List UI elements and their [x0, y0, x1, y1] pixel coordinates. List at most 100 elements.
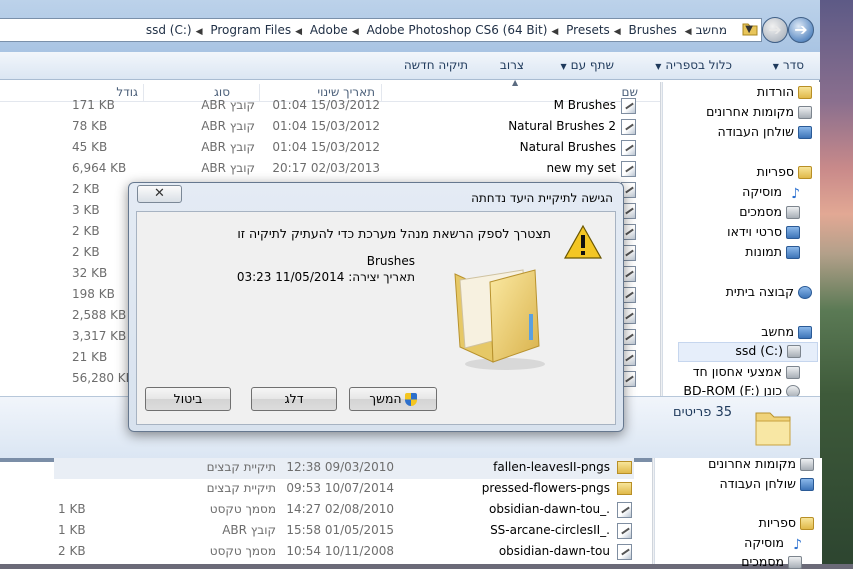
- arrow-right-icon: ➔: [794, 20, 808, 39]
- file-row[interactable]: ._SS-arcane-circlesII 01/05/2015 15:58 קוב…: [54, 521, 634, 542]
- nav-item-music[interactable]: ♪מוסיקה: [742, 184, 800, 202]
- brush-file-icon: [621, 98, 636, 114]
- nav-item-pictures[interactable]: תמונות: [745, 244, 800, 259]
- desktop-icon: [798, 126, 812, 139]
- breadcrumb-program-files[interactable]: Program Files: [210, 23, 291, 37]
- breadcrumb-separator-icon[interactable]: ◀: [614, 27, 621, 37]
- document-icon: [786, 206, 800, 219]
- desktop-icon: [800, 478, 814, 491]
- file-row[interactable]: new my set 02/03/2013 20:17 קובץ ABR 6,964 …: [0, 159, 660, 180]
- nav-item-desktop[interactable]: שולחן העבודה: [719, 476, 814, 491]
- dialog-message: תצטרך לספק הרשאת מנהל מערכת כדי להעתיק ל…: [237, 226, 551, 241]
- arrow-left-icon: ➔: [768, 20, 782, 39]
- document-icon: [788, 556, 802, 569]
- breadcrumb-separator-icon[interactable]: ◀: [551, 27, 558, 37]
- file-row[interactable]: obsidian-dawn-tou 10/11/2008 10:54 מסמך טק…: [54, 542, 634, 563]
- folder-icon: [617, 461, 632, 474]
- desktop-wallpaper: [818, 0, 853, 564]
- nav-item-documents[interactable]: מסמכים: [739, 204, 800, 219]
- breadcrumb-brushes[interactable]: Brushes: [629, 23, 677, 37]
- nav-item-music[interactable]: ♪מוסיקה: [744, 535, 802, 553]
- uac-shield-icon: [404, 393, 417, 406]
- nav-item-recent-places[interactable]: מקומות אחרונים: [706, 104, 812, 119]
- file-row[interactable]: fallen-leavesII-pngs 09/03/2010 12:38 תיקי…: [54, 458, 634, 479]
- continue-button[interactable]: המשך: [349, 387, 437, 411]
- nav-item-storage[interactable]: אמצעי אחסון חד: [693, 364, 800, 379]
- breadcrumb: מחשב ◀ ssd (C:) ◀ Program Files ◀ Adobe ◀ Ad…: [142, 23, 731, 37]
- recent-places-icon: [798, 106, 812, 119]
- access-denied-dialog: הגישה לתיקיית היעד נדחתה ✕ תצטרך לספק הר…: [128, 182, 624, 432]
- navigation-pane: מקומות אחרונים שולחן העבודה ספריות ♪מוסי…: [654, 456, 822, 569]
- breadcrumb-separator-icon[interactable]: ◀: [352, 27, 359, 37]
- cancel-button[interactable]: ביטול: [145, 387, 231, 411]
- dropdown-arrow-icon: ▼: [655, 62, 662, 71]
- picture-icon: [786, 246, 800, 259]
- breadcrumb-computer[interactable]: מחשב: [696, 23, 727, 37]
- share-with-button[interactable]: שתף עם▼: [560, 58, 614, 72]
- text-file-icon: [617, 502, 632, 518]
- homegroup-icon: [798, 286, 812, 299]
- breadcrumb-separator-icon[interactable]: ◀: [685, 27, 692, 37]
- downloads-folder-icon: [798, 86, 812, 99]
- folder-icon: [454, 269, 545, 370]
- forward-button[interactable]: ➔: [762, 17, 788, 43]
- libraries-icon: [798, 166, 812, 179]
- brush-file-icon: [617, 523, 632, 539]
- breadcrumb-adobe[interactable]: Adobe: [310, 23, 348, 37]
- address-bar-area: ▼ מחשב ◀ ssd (C:) ◀ Program Files ◀ Adobe ◀ …: [0, 0, 820, 52]
- text-file-icon: [617, 544, 632, 560]
- dropdown-arrow-icon: ▼: [772, 62, 779, 71]
- dialog-title: הגישה לתיקיית היעד נדחתה: [471, 191, 613, 205]
- nav-item-homegroup[interactable]: קבוצה ביתית: [726, 284, 812, 299]
- nav-item-recent-places[interactable]: מקומות אחרונים: [708, 456, 814, 471]
- nav-item-videos[interactable]: סרטי וידאו: [727, 224, 800, 239]
- address-dropdown-icon[interactable]: ▼: [745, 24, 753, 35]
- breadcrumb-photoshop[interactable]: Adobe Photoshop CS6 (64 Bit): [367, 23, 548, 37]
- warning-icon: [563, 224, 603, 259]
- brush-file-icon: [621, 119, 636, 135]
- background-explorer-window: fallen-leavesII-pngs 09/03/2010 12:38 תיקי…: [0, 456, 822, 569]
- music-note-icon: ♪: [793, 537, 802, 553]
- breadcrumb-separator-icon[interactable]: ◀: [295, 27, 302, 37]
- include-in-library-button[interactable]: כלול בספריה▼: [655, 58, 732, 72]
- close-icon: ✕: [154, 186, 165, 201]
- brush-file-icon: [621, 161, 636, 177]
- computer-icon: [798, 326, 812, 339]
- organize-button[interactable]: סדר▼: [773, 58, 804, 72]
- nav-item-desktop[interactable]: שולחן העבודה: [717, 124, 812, 139]
- dropdown-arrow-icon: ▼: [560, 62, 567, 71]
- libraries-icon: [800, 517, 814, 530]
- address-box[interactable]: ▼ מחשב ◀ ssd (C:) ◀ Program Files ◀ Adobe ◀ …: [0, 18, 762, 42]
- file-row[interactable]: Natural Brushes 15/03/2012 01:04 קובץ ABR 4…: [0, 138, 660, 159]
- burn-button[interactable]: צרוב: [500, 58, 524, 72]
- recent-places-icon: [800, 458, 814, 471]
- folder-name: Brushes: [366, 254, 415, 268]
- back-button[interactable]: ➔: [788, 17, 814, 43]
- nav-item-computer[interactable]: מחשב: [761, 324, 812, 339]
- file-row[interactable]: ._obsidian-dawn-tou 02/08/2010 14:27 מסמך …: [54, 500, 634, 521]
- file-row[interactable]: pressed-flowers-pngs 10/07/2014 09:53 תיקי…: [54, 479, 634, 500]
- skip-button[interactable]: דלג: [251, 387, 337, 411]
- breadcrumb-ssd[interactable]: ssd (C:): [146, 23, 192, 37]
- close-button[interactable]: ✕: [137, 185, 182, 203]
- folder-icon: [617, 482, 632, 495]
- film-icon: [786, 226, 800, 239]
- file-row[interactable]: Natural Brushes 2 15/03/2012 01:04 קובץ AB…: [0, 117, 660, 138]
- breadcrumb-presets[interactable]: Presets: [566, 23, 610, 37]
- folder-created-date: תאריך יצירה: 11/05/2014 03:23: [236, 270, 415, 284]
- file-row[interactable]: M Brushes 15/03/2012 01:04 קובץ ABR 171 KB: [0, 96, 660, 117]
- nav-item-libraries[interactable]: ספריות: [759, 515, 814, 530]
- brush-file-icon: [621, 140, 636, 156]
- nav-item-ssd[interactable]: ssd (C:): [678, 342, 818, 362]
- new-folder-button[interactable]: תיקיה חדשה: [404, 58, 468, 72]
- folder-icon: [755, 412, 791, 446]
- dialog-body: תצטרך לספק הרשאת מנהל מערכת כדי להעתיק ל…: [136, 211, 616, 425]
- breadcrumb-separator-icon[interactable]: ◀: [196, 27, 203, 37]
- command-bar: סדר▼ כלול בספריה▼ שתף עם▼ צרוב תיקיה חדש…: [0, 52, 820, 80]
- nav-item-libraries[interactable]: ספריות: [757, 164, 812, 179]
- removable-drive-icon: [786, 366, 800, 379]
- drive-icon: [787, 345, 801, 358]
- nav-item-documents[interactable]: מסמכים: [741, 554, 802, 569]
- item-count: 35 פריטים: [672, 405, 732, 420]
- nav-item-downloads[interactable]: הורדות: [757, 84, 812, 99]
